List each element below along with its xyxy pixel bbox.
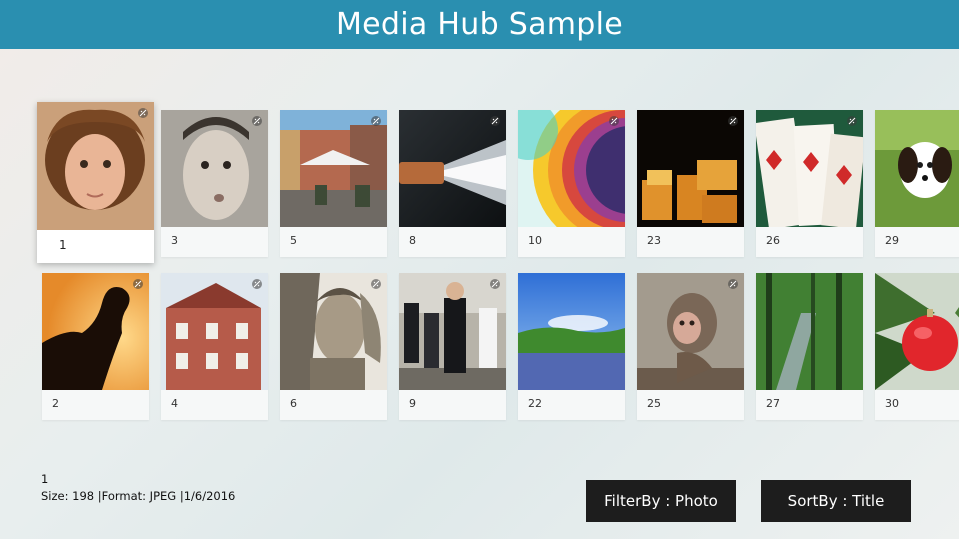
tile-label: 5: [290, 234, 297, 247]
tile-label: 1: [59, 238, 67, 252]
photo-thumbnail: [280, 273, 387, 390]
media-tile[interactable]: 4: [161, 273, 268, 420]
media-type-icon: [728, 279, 738, 289]
details-meta: Size: 198 |Format: JPEG |1/6/2016: [41, 489, 236, 503]
tile-label: 8: [409, 234, 416, 247]
media-type-icon: [138, 108, 148, 118]
media-tile[interactable]: 23: [637, 110, 744, 257]
media-type-icon: [490, 279, 500, 289]
tile-label: 2: [52, 397, 59, 410]
media-tile[interactable]: 5: [280, 110, 387, 257]
photo-thumbnail: [637, 273, 744, 390]
media-tile[interactable]: 25: [637, 273, 744, 420]
media-type-icon: [371, 116, 381, 126]
media-tile[interactable]: 27: [756, 273, 863, 420]
tile-label: 29: [885, 234, 899, 247]
filter-button[interactable]: FilterBy : Photo: [586, 480, 736, 522]
media-tile[interactable]: 8: [399, 110, 506, 257]
photo-thumbnail: [518, 273, 625, 390]
photo-thumbnail: [42, 273, 149, 390]
media-tile[interactable]: 22: [518, 273, 625, 420]
photo-thumbnail: [875, 273, 959, 390]
media-type-icon: [490, 116, 500, 126]
media-tile[interactable]: 30: [875, 273, 959, 420]
media-type-icon: [371, 279, 381, 289]
tile-label: 26: [766, 234, 780, 247]
media-details: 1 Size: 198 |Format: JPEG |1/6/2016: [41, 472, 235, 503]
tile-label: 25: [647, 397, 661, 410]
photo-thumbnail: [875, 110, 959, 227]
photo-thumbnail: [37, 102, 154, 230]
details-title: 1: [41, 472, 49, 486]
tile-label: 3: [171, 234, 178, 247]
media-tile[interactable]: 2: [42, 273, 149, 420]
tile-label: 30: [885, 397, 899, 410]
tile-label: 6: [290, 397, 297, 410]
tile-label: 10: [528, 234, 542, 247]
tile-label: 23: [647, 234, 661, 247]
media-tile[interactable]: 26: [756, 110, 863, 257]
media-grid: 1 3 5 8 10 23 26 29 2 4 6 9 22 25 27 30: [0, 0, 959, 539]
media-type-icon: [847, 116, 857, 126]
photo-thumbnail: [637, 110, 744, 227]
media-type-icon: [252, 116, 262, 126]
tile-label: 9: [409, 397, 416, 410]
photo-thumbnail: [518, 110, 625, 227]
tile-label: 4: [171, 397, 178, 410]
media-type-icon: [133, 279, 143, 289]
photo-thumbnail: [399, 273, 506, 390]
photo-thumbnail: [161, 110, 268, 227]
media-type-icon: [728, 116, 738, 126]
media-tile[interactable]: 6: [280, 273, 387, 420]
photo-thumbnail: [399, 110, 506, 227]
photo-thumbnail: [756, 273, 863, 390]
media-tile[interactable]: 1: [37, 102, 154, 263]
photo-thumbnail: [756, 110, 863, 227]
sort-button[interactable]: SortBy : Title: [761, 480, 911, 522]
tile-label: 22: [528, 397, 542, 410]
media-tile[interactable]: 9: [399, 273, 506, 420]
media-type-icon: [609, 116, 619, 126]
photo-thumbnail: [280, 110, 387, 227]
media-type-icon: [252, 279, 262, 289]
tile-label: 27: [766, 397, 780, 410]
media-tile[interactable]: 3: [161, 110, 268, 257]
media-tile[interactable]: 29: [875, 110, 959, 257]
photo-thumbnail: [161, 273, 268, 390]
media-tile[interactable]: 10: [518, 110, 625, 257]
